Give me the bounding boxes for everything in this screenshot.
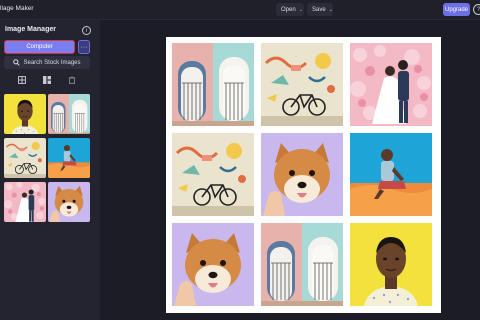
chevron-down-icon: ⌄ — [298, 6, 303, 13]
thumbnail-couple-flower-wall[interactable] — [4, 182, 46, 222]
collage-cell-shiba-inu-dog[interactable] — [172, 223, 254, 306]
collage-cell-cyclist-mural[interactable] — [172, 133, 254, 216]
collage-cell-pastel-doors[interactable] — [172, 43, 254, 126]
collage-cell-man-sitting-orange[interactable] — [350, 133, 432, 216]
open-menu-button[interactable]: Open ⌄ — [276, 3, 304, 16]
image-manager-sidebar: Image Manager i Computer ··· Search Stoc… — [0, 20, 100, 320]
collage-cell-shiba-inu-dog[interactable] — [261, 133, 343, 216]
search-stock-images-button[interactable]: Search Stock Images — [4, 56, 90, 69]
help-icon[interactable]: ? — [473, 4, 480, 15]
collage-cell-cyclist-mural[interactable] — [261, 43, 343, 126]
save-menu-label: Save — [312, 6, 326, 13]
top-bar: llage Maker Open ⌄ Save ⌄ Upgrade ? — [0, 0, 480, 20]
info-icon[interactable]: i — [82, 26, 91, 35]
thumbnail-cyclist-mural[interactable] — [4, 138, 46, 178]
image-manager-title: Image Manager — [5, 26, 56, 33]
app-title: llage Maker — [0, 5, 34, 12]
thumbnail-man-sitting-orange[interactable] — [48, 138, 90, 178]
open-menu-label: Open — [281, 6, 296, 13]
collage-cell-pastel-doors[interactable] — [261, 223, 343, 306]
more-icon[interactable]: ··· — [78, 40, 90, 54]
collage-cell-woman-yellow-background[interactable] — [350, 223, 432, 306]
search-icon — [13, 59, 21, 66]
upload-from-computer-button[interactable]: Computer — [4, 40, 75, 54]
search-stock-images-label: Search Stock Images — [23, 59, 81, 66]
upgrade-button[interactable]: Upgrade — [443, 3, 470, 16]
save-menu-button[interactable]: Save ⌄ — [307, 3, 333, 16]
collage-cell-couple-flower-wall[interactable] — [350, 43, 432, 126]
layout-grid-icon[interactable] — [17, 75, 27, 85]
thumbnail-shiba-inu-dog[interactable] — [48, 182, 90, 222]
chevron-down-icon: ⌄ — [328, 6, 333, 13]
trash-icon[interactable] — [67, 75, 77, 85]
layout-mosaic-icon[interactable] — [42, 75, 52, 85]
thumbnail-pastel-doors[interactable] — [48, 94, 90, 134]
collage-canvas[interactable] — [166, 37, 441, 313]
thumbnail-woman-yellow-background[interactable] — [4, 94, 46, 134]
